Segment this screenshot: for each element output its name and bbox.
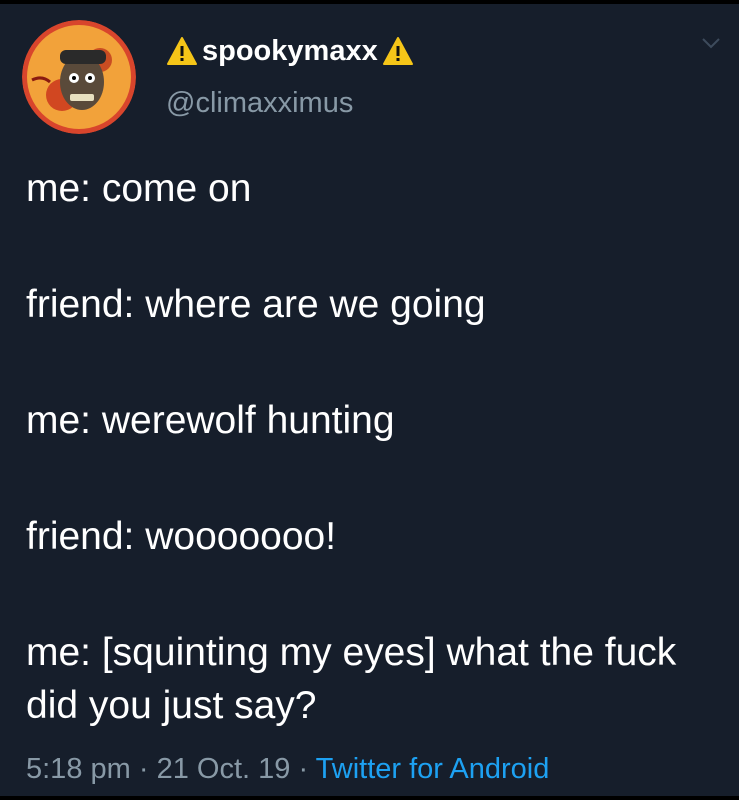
tweet-meta: 5:18 pm · 21 Oct. 19 · Twitter for Andro…	[26, 752, 549, 786]
tweet-line: friend: where are we going	[26, 283, 486, 326]
tweet-line: me: [squinting my eyes] what the fuck di…	[26, 631, 677, 727]
warning-icon	[166, 36, 198, 66]
avatar-image	[22, 20, 136, 134]
tweet-date[interactable]: 21 Oct. 19	[157, 753, 291, 785]
tweet-time[interactable]: 5:18 pm	[26, 753, 131, 785]
tweet-source-link[interactable]: Twitter for Android	[316, 753, 550, 785]
tweet-text: me: come on friend: where are we going m…	[26, 162, 715, 732]
meta-separator: ·	[130, 753, 157, 785]
warning-icon	[382, 36, 414, 66]
display-name-row[interactable]: spookymaxx	[166, 34, 414, 68]
display-name: spookymaxx	[202, 35, 378, 67]
avatar[interactable]	[22, 20, 136, 134]
tweet-line: friend: wooooooo!	[26, 515, 337, 558]
user-handle[interactable]: @climaxximus	[166, 86, 353, 120]
tweet-line: me: come on	[26, 167, 252, 210]
tweet-line: me: werewolf hunting	[26, 399, 395, 442]
chevron-down-icon[interactable]	[701, 36, 721, 55]
tweet-card: spookymaxx @climaxximus me: come on frie…	[0, 4, 739, 796]
meta-separator: ·	[290, 753, 316, 785]
